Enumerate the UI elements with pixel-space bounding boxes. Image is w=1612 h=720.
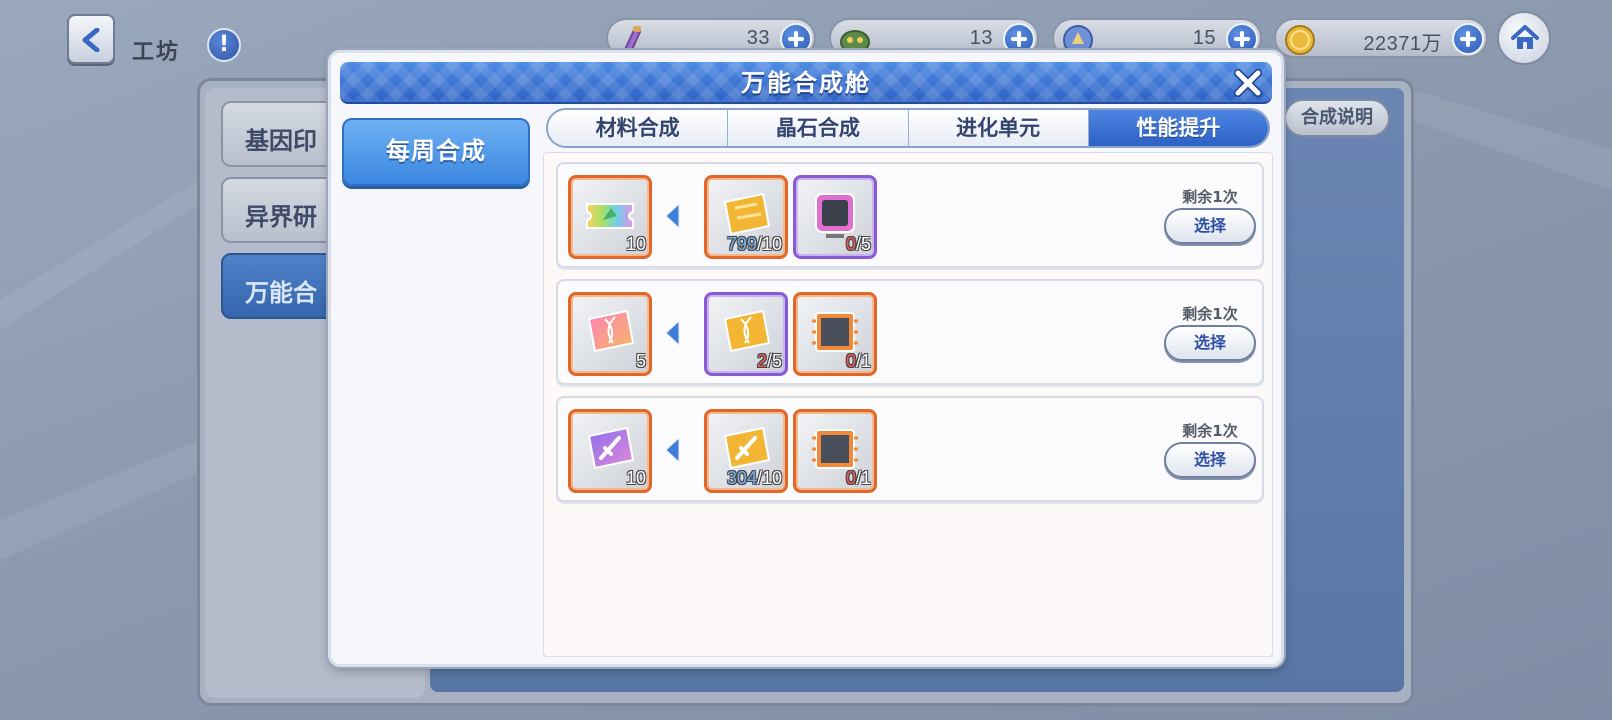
tab-material[interactable]: 材料合成 [548, 110, 729, 146]
input-slot[interactable]: 2/5 [704, 292, 788, 376]
gold-coin-icon [1285, 25, 1315, 55]
recipe-row: 10 799/10 0/5 剩余1次 选择 [556, 162, 1264, 268]
input-slot[interactable]: 799/10 [704, 175, 788, 259]
modal-header: 万能合成舱 [340, 62, 1272, 104]
input-slot[interactable]: 304/10 [704, 409, 788, 493]
input-qty: 0/5 [845, 234, 871, 254]
side-tab-weekly[interactable]: 每周合成 [342, 118, 530, 186]
recipe-row: 10 304/10 0/1 剩余1次 选择 [556, 396, 1264, 502]
back-button[interactable] [67, 14, 115, 64]
pink-dna-card-icon [587, 309, 635, 353]
select-button[interactable]: 选择 [1164, 208, 1256, 244]
remaining-count: 剩余1次 [1182, 188, 1238, 206]
output-slot[interactable]: 10 [568, 175, 652, 259]
resource-gold-coin: 22371万 [1274, 18, 1488, 58]
tab-crystal[interactable]: 晶石合成 [728, 110, 909, 146]
input-slot[interactable]: 0/1 [793, 292, 877, 376]
input-qty: 799/10 [726, 234, 782, 254]
tab-performance[interactable]: 性能提升 [1088, 110, 1268, 146]
input-qty: 0/1 [845, 468, 871, 488]
input-qty: 0/1 [845, 351, 871, 371]
home-icon [1511, 25, 1539, 49]
remaining-count: 剩余1次 [1182, 305, 1238, 323]
page-title: 工坊 [132, 40, 181, 65]
dragon-gem-count: 13 [969, 27, 993, 49]
output-qty: 5 [635, 351, 646, 371]
output-slot[interactable]: 5 [568, 292, 652, 376]
home-button[interactable] [1497, 11, 1551, 65]
input-qty: 2/5 [756, 351, 782, 371]
tab-evolution[interactable]: 进化单元 [908, 110, 1089, 146]
recipe-row: 5 2/5 0/1 剩余1次 选择 [556, 279, 1264, 385]
potion-count: 33 [746, 27, 770, 49]
modal-title: 万能合成舱 [741, 69, 871, 97]
synthesis-help-button: 合成说明 [1284, 99, 1390, 137]
output-slot[interactable]: 10 [568, 409, 652, 493]
synthesis-modal: 万能合成舱 每周合成 材料合成 晶石合成 进化单元 性能提升 10 799/10… [328, 50, 1284, 667]
gold-coin-count: 22371万 [1363, 33, 1442, 55]
input-qty: 304/10 [726, 468, 782, 488]
select-button[interactable]: 选择 [1164, 442, 1256, 478]
output-qty: 10 [625, 468, 646, 488]
crystal-orb-count: 15 [1192, 27, 1216, 49]
category-tabs: 材料合成 晶石合成 进化单元 性能提升 [546, 108, 1270, 148]
arrow-left-icon [665, 202, 680, 230]
add-gold-coin-button[interactable] [1452, 23, 1484, 55]
info-icon[interactable]: ! [207, 28, 241, 62]
close-icon[interactable] [1232, 67, 1264, 99]
input-slot[interactable]: 0/1 [793, 409, 877, 493]
remaining-count: 剩余1次 [1182, 422, 1238, 440]
output-qty: 10 [625, 234, 646, 254]
input-slot[interactable]: 0/5 [793, 175, 877, 259]
arrow-left-icon [665, 319, 680, 347]
select-button[interactable]: 选择 [1164, 325, 1256, 361]
arrow-left-icon [665, 436, 680, 464]
chevron-left-icon [82, 28, 100, 52]
